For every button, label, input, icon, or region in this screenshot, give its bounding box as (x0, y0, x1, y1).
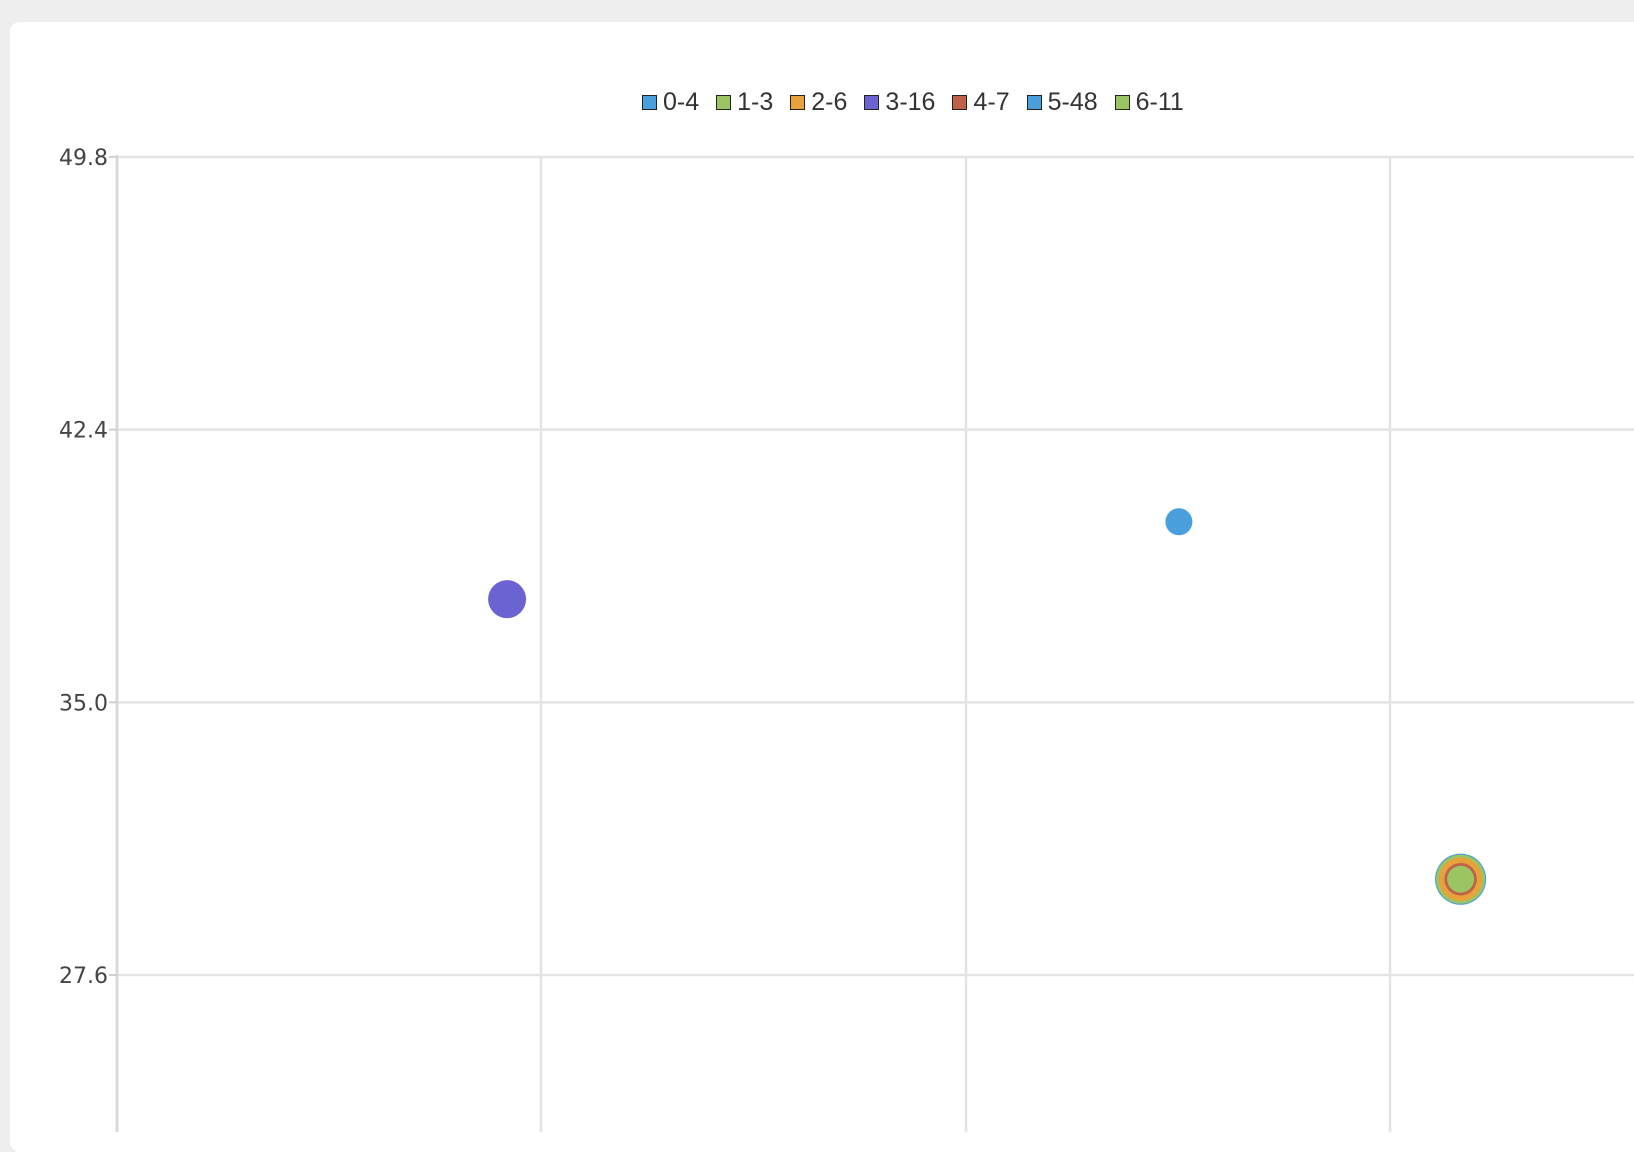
y-axis-ticks: 49.8 42.4 35.0 27.6 (59, 146, 117, 989)
scatter-plot: 49.8 42.4 35.0 27.6 (59, 146, 1634, 1132)
grid-lines (117, 155, 1634, 1132)
y-tick-label: 42.4 (59, 419, 108, 444)
y-tick-label: 27.6 (59, 964, 108, 989)
data-point-0-4 (1165, 508, 1193, 536)
data-point-3-16 (488, 580, 527, 619)
data-point-6-11 (1447, 865, 1475, 893)
data-points (488, 508, 1487, 905)
y-tick-label: 49.8 (59, 146, 108, 171)
y-tick-label: 35.0 (59, 691, 108, 716)
